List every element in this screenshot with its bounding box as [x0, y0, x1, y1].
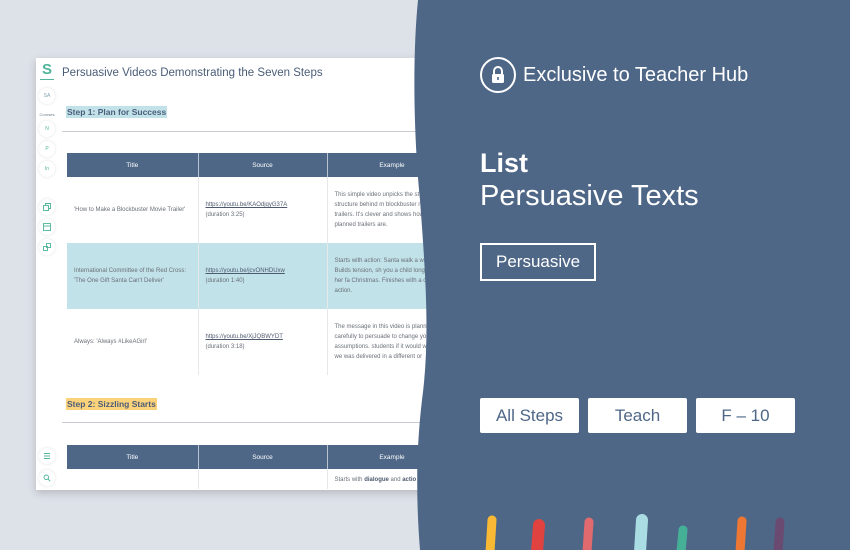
video-title: International Committee of the Red Cross… — [67, 243, 199, 309]
column-header-source: Source — [198, 445, 328, 469]
table-row: International Committee of the Red Cross… — [67, 243, 436, 309]
calendar-icon[interactable] — [39, 219, 55, 235]
app-window: S SA Courses N P In Persuasive Videos De… — [36, 58, 436, 490]
menu-icon[interactable] — [39, 448, 55, 464]
paint-stroke — [582, 517, 594, 550]
step-2-table: Title Source Example Starts with dialogu… — [67, 445, 436, 489]
chip-all-steps[interactable]: All Steps — [480, 398, 579, 433]
video-title — [67, 469, 199, 489]
lock-icon — [480, 57, 516, 93]
video-duration: (duration 3:25) — [205, 212, 245, 218]
exclusive-label: Exclusive to Teacher Hub — [523, 63, 749, 86]
copy-icon[interactable] — [39, 199, 55, 215]
video-link[interactable]: https://youtu.be/KAOdjqyG37A — [206, 200, 320, 210]
table-row: 'How to Make a Blockbuster Movie Trailer… — [67, 177, 436, 243]
column-header-title: Title — [67, 153, 199, 177]
paint-stroke — [735, 516, 747, 550]
table-row: Starts with dialogue and actio — [67, 469, 436, 489]
paint-stroke — [531, 519, 545, 550]
course-in[interactable]: In — [39, 161, 55, 177]
promo-title: Persuasive Texts — [480, 180, 699, 212]
course-p[interactable]: P — [39, 141, 55, 157]
course-n[interactable]: N — [39, 121, 55, 137]
filter-chips: All Steps Teach F – 10 — [480, 398, 795, 433]
table-row: Always: 'Always #LikeAGirl' https://yout… — [67, 309, 436, 375]
chip-teach[interactable]: Teach — [588, 398, 687, 433]
paint-stroke — [676, 525, 688, 550]
video-link[interactable]: https://youtu.be/jcvONHDUxw — [206, 266, 320, 276]
paint-stroke — [634, 514, 648, 550]
video-source: https://youtu.be/XjJQBWYDT (duration 3:1… — [198, 309, 328, 375]
category-tag[interactable]: Persuasive — [480, 243, 597, 281]
video-source: https://youtu.be/jcvONHDUxw (duration 1:… — [198, 243, 328, 309]
video-title: 'How to Make a Blockbuster Movie Trailer… — [67, 177, 199, 243]
video-source — [198, 469, 328, 489]
courses-label: Courses — [39, 112, 55, 117]
paint-stroke — [773, 517, 785, 550]
divider — [62, 422, 436, 423]
step-1-heading: Step 1: Plan for Success — [66, 106, 168, 118]
step-1-table: Title Source Example 'How to Make a Bloc… — [67, 153, 436, 375]
link-icon[interactable] — [39, 239, 55, 255]
chip-grade-range[interactable]: F – 10 — [696, 398, 795, 433]
video-source: https://youtu.be/KAOdjqyG37A (duration 3… — [198, 177, 328, 243]
promo-panel: Exclusive to Teacher Hub List Persuasive… — [412, 0, 850, 550]
column-header-title: Title — [67, 445, 199, 469]
avatar[interactable]: SA — [39, 88, 55, 104]
paint-stroke — [485, 515, 497, 550]
video-duration: (duration 1:40) — [205, 278, 245, 284]
logo[interactable]: S — [39, 62, 54, 80]
step-2-heading: Step 2: Sizzling Starts — [66, 398, 157, 410]
video-link[interactable]: https://youtu.be/XjJQBWYDT — [206, 332, 320, 342]
divider — [62, 131, 436, 132]
column-header-source: Source — [198, 153, 328, 177]
page-title: Persuasive Videos Demonstrating the Seve… — [62, 67, 323, 79]
search-icon[interactable] — [39, 470, 55, 486]
video-duration: (duration 3:18) — [205, 344, 245, 350]
left-rail: S SA Courses N P In — [36, 58, 58, 490]
video-title: Always: 'Always #LikeAGirl' — [67, 309, 199, 375]
promo-kicker: List — [480, 148, 529, 178]
exclusive-badge: Exclusive to Teacher Hub — [480, 57, 748, 93]
